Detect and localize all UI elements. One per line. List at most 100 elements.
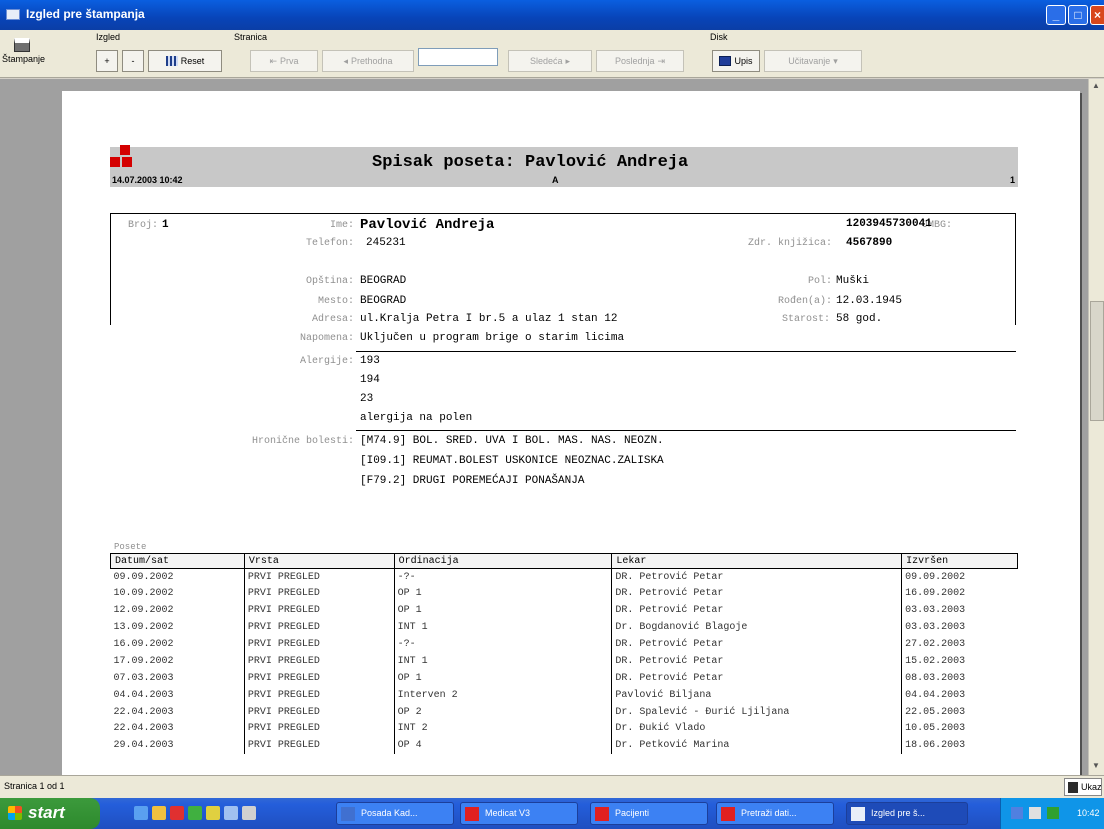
window-title: Izgled pre štampanja: [26, 7, 145, 21]
taskbar-item-label: Posada Kad...: [361, 808, 418, 818]
page-number-input[interactable]: [418, 48, 498, 66]
table-cell: 13.09.2002: [113, 622, 174, 634]
table-cell: INT 1: [393, 652, 612, 670]
printer-icon: [14, 38, 30, 52]
zoom-indicator[interactable]: Ukaz: [1064, 778, 1102, 796]
mesto-value: BEOGRAD: [360, 295, 407, 307]
maximize-button[interactable]: □: [1068, 5, 1088, 25]
table-row: 13.09.2002 PRVI PREGLED INT 1 Dr. Bogdanovi…: [111, 619, 1018, 637]
table-cell: PRVI PREGLED: [243, 737, 395, 755]
table-cell: Dr. Spalević - Đurić Ljiljana: [611, 703, 902, 721]
system-tray: 10:42: [1000, 798, 1104, 829]
table-cell: -?-: [393, 636, 612, 653]
starost-label: Starost:: [781, 314, 830, 325]
taskbar-item[interactable]: Pacijenti: [590, 802, 708, 825]
ime-value: Pavlović Andreja: [360, 217, 495, 233]
app-icon: [6, 9, 20, 20]
column-header: Ordinacija: [393, 553, 613, 569]
taskbar-item-label: Pretraži dati...: [741, 808, 797, 818]
hronicna-bolest-item: [F79.2] DRUGI POREMEĆAJI PONAŠANJA: [360, 475, 585, 487]
prev-page-label: Prethodna: [350, 56, 393, 66]
report-page: Spisak poseta: Pavlović Andreja 14.07.20…: [62, 91, 1080, 775]
opstina-value: BEOGRAD: [360, 275, 407, 287]
next-page-icon: ▸: [565, 55, 571, 66]
taskbar-item[interactable]: Posada Kad...: [336, 802, 454, 825]
table-cell: 27.02.2003: [901, 636, 1018, 653]
disk-icon: [719, 56, 732, 66]
table-cell: DR. Petrović Petar: [611, 652, 902, 670]
vertical-scrollbar[interactable]: ▲ ▼: [1088, 79, 1104, 775]
report-page-number: 1: [1010, 175, 1016, 185]
table-cell: 09.09.2002: [113, 571, 174, 583]
prev-page-button[interactable]: ◂ Prethodna: [322, 50, 414, 72]
app-icon: [341, 807, 355, 821]
taskbar-item[interactable]: Medicat V3: [460, 802, 578, 825]
table-cell: 29.04.2003: [113, 740, 174, 752]
tray-icon[interactable]: [1029, 807, 1041, 819]
tray-icon[interactable]: [1011, 807, 1023, 819]
taskbar-item[interactable]: Pretraži dati...: [716, 802, 834, 825]
status-bar: Stranica 1 od 1 Ukaz: [0, 775, 1104, 798]
quicklaunch-icon[interactable]: [170, 806, 184, 820]
table-cell: 04.04.2003: [113, 689, 174, 701]
quicklaunch-icon[interactable]: [224, 806, 238, 820]
tray-icon[interactable]: [1047, 807, 1059, 819]
scroll-up-icon[interactable]: ▲: [1092, 81, 1100, 90]
print-button[interactable]: Štampanje: [2, 34, 46, 74]
scroll-thumb[interactable]: [1090, 301, 1104, 421]
reset-button[interactable]: Reset: [148, 50, 222, 72]
save-button[interactable]: Upis: [712, 50, 760, 72]
ime-label: Ime:: [329, 220, 354, 231]
table-cell: PRVI PREGLED: [243, 686, 395, 704]
zoom-out-button[interactable]: -: [122, 50, 144, 72]
table-cell: Interven 2: [393, 686, 612, 704]
table-row: 16.09.2002 PRVI PREGLED -?- DR. Petrović Pe…: [111, 636, 1018, 653]
quicklaunch-icon[interactable]: [188, 806, 202, 820]
quicklaunch-icon[interactable]: [152, 806, 166, 820]
zoom-in-button[interactable]: +: [96, 50, 118, 72]
red-cross-icon: [721, 807, 735, 821]
table-cell: 08.03.2003: [901, 669, 1018, 687]
taskbar-item[interactable]: Izgled pre š...: [846, 802, 968, 825]
table-cell: PRVI PREGLED: [243, 720, 395, 738]
close-button[interactable]: ×: [1090, 5, 1104, 25]
toolbar: Štampanje Izgled + - Reset Stranica ⇤ Pr…: [0, 30, 1104, 78]
table-row: 09.09.2002 PRVI PREGLED -?- DR. Petrović Pe…: [111, 568, 1018, 586]
quicklaunch-icon[interactable]: [134, 806, 148, 820]
report-title: Spisak poseta: Pavlović Andreja: [372, 153, 689, 172]
table-cell: OP 1: [393, 602, 612, 620]
table-cell: OP 1: [393, 669, 612, 687]
scroll-down-icon[interactable]: ▼: [1092, 761, 1100, 770]
title-bar: Izgled pre štampanja _ □ ×: [0, 0, 1104, 30]
table-cell: 12.09.2002: [113, 605, 174, 617]
print-label: Štampanje: [2, 54, 46, 64]
reset-label: Reset: [180, 56, 205, 66]
column-header: Vrsta: [243, 553, 395, 569]
alergije-label: Alergije:: [299, 356, 354, 367]
table-cell: 09.09.2002: [901, 568, 1018, 586]
last-page-label: Poslednja: [614, 56, 655, 66]
column-header: Izvršen: [901, 553, 1018, 569]
minimize-button[interactable]: _: [1046, 5, 1066, 25]
last-page-button[interactable]: Poslednja ⇥: [596, 50, 684, 72]
quicklaunch-icon[interactable]: [242, 806, 256, 820]
table-row: 10.09.2002 PRVI PREGLED OP 1 DR. Petrović P…: [111, 585, 1018, 603]
start-button[interactable]: start: [0, 798, 100, 829]
table-cell: DR. Petrović Petar: [611, 669, 902, 687]
next-page-button[interactable]: Sledeća ▸: [508, 50, 592, 72]
table-cell: 04.04.2003: [901, 686, 1018, 704]
starost-value: 58 god.: [836, 313, 883, 325]
alergija-item: 193: [360, 355, 380, 367]
open-button[interactable]: Učitavanje ▾: [764, 50, 862, 72]
table-cell: 16.09.2002: [113, 639, 174, 650]
table-cell: PRVI PREGLED: [243, 669, 395, 687]
table-row: 29.04.2003 PRVI PREGLED OP 4 Dr. Petković M…: [111, 737, 1018, 755]
print-preview-area: Spisak poseta: Pavlović Andreja 14.07.20…: [0, 79, 1088, 775]
first-page-button[interactable]: ⇤ Prva: [250, 50, 318, 72]
table-cell: 22.05.2003: [901, 703, 1018, 721]
table-cell: INT 2: [393, 720, 612, 738]
rodjen-label: Rođen(a):: [777, 296, 832, 307]
quicklaunch-icon[interactable]: [206, 806, 220, 820]
dropdown-icon: ▾: [833, 55, 838, 66]
table-cell: 18.06.2003: [901, 737, 1018, 755]
